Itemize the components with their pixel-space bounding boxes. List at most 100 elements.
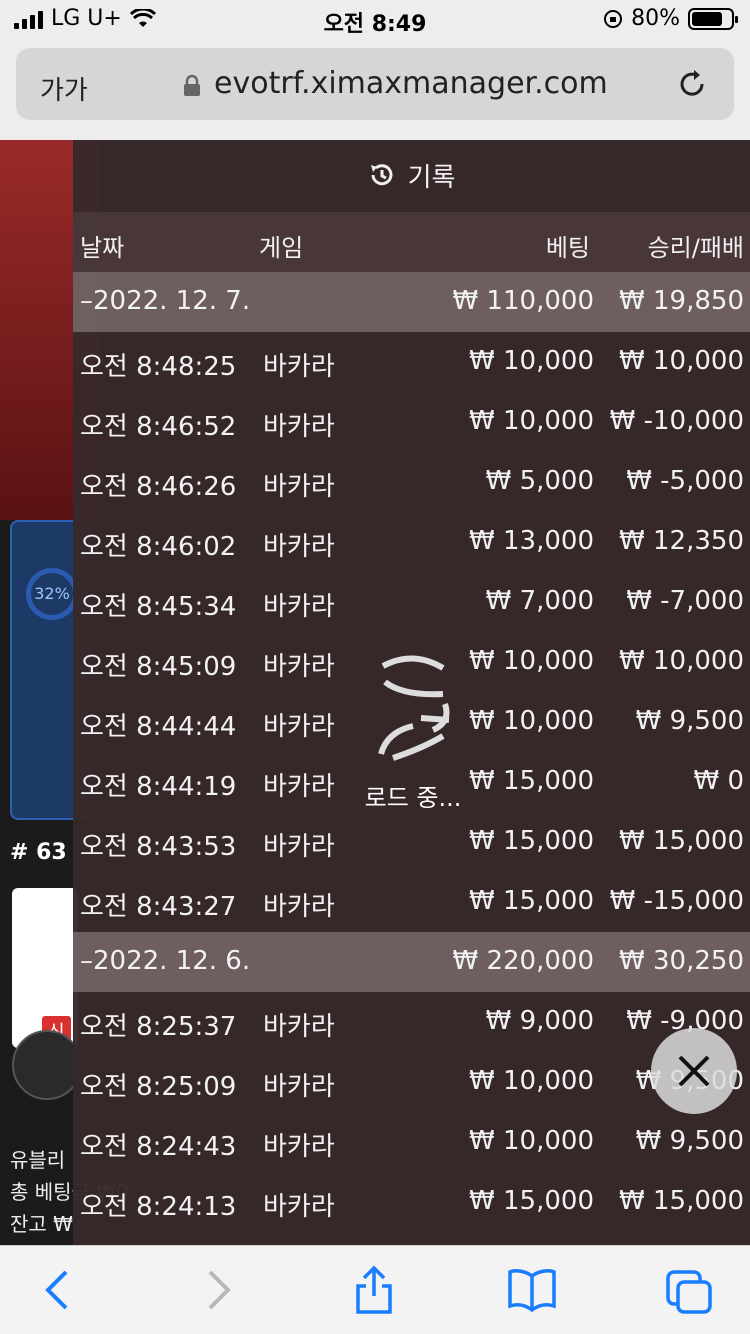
row-game: 바카라 bbox=[263, 712, 335, 742]
day-result-total: ₩ 30,250 bbox=[619, 946, 744, 976]
row-result: ₩ 15,000 bbox=[619, 1186, 744, 1216]
row-bet: ₩ 13,000 bbox=[469, 526, 594, 556]
history-row[interactable]: 오전 8:24:13 바카라 ₩ 15,000 ₩ 15,000 bbox=[73, 1172, 750, 1232]
close-button[interactable] bbox=[651, 1028, 737, 1114]
row-time: 오전 8:48:25 bbox=[80, 352, 237, 382]
row-result: ₩ -5,000 bbox=[626, 466, 744, 496]
row-time: 오전 8:24:13 bbox=[80, 1192, 237, 1222]
row-time: 오전 8:46:26 bbox=[80, 472, 237, 502]
row-game: 바카라 bbox=[263, 1012, 335, 1042]
history-row[interactable]: 오전 8:43:27 바카라 ₩ 15,000 ₩ -15,000 bbox=[73, 872, 750, 932]
battery-icon bbox=[688, 7, 738, 30]
row-result: ₩ -7,000 bbox=[626, 586, 744, 616]
row-bet: ₩ 7,000 bbox=[485, 586, 594, 616]
history-row[interactable]: 오전 8:46:26 바카라 ₩ 5,000 ₩ -5,000 bbox=[73, 452, 750, 512]
col-date: 날짜 bbox=[80, 234, 125, 262]
history-row[interactable]: 오전 8:43:53 바카라 ₩ 15,000 ₩ 15,000 bbox=[73, 812, 750, 872]
row-time: 오전 8:45:09 bbox=[80, 652, 237, 682]
row-bet: ₩ 5,000 bbox=[485, 466, 594, 496]
tabs-icon[interactable] bbox=[664, 1268, 714, 1316]
row-time: 오전 8:25:37 bbox=[80, 1012, 237, 1042]
history-row[interactable]: 오전 8:48:25 바카라 ₩ 10,000 ₩ 10,000 bbox=[73, 332, 750, 392]
row-game: 바카라 bbox=[263, 1132, 335, 1162]
lock-icon bbox=[184, 74, 200, 96]
bookmarks-icon[interactable] bbox=[506, 1268, 558, 1312]
day-summary-row[interactable]: –2022. 12. 7. ₩ 110,000 ₩ 19,850 bbox=[73, 272, 750, 332]
history-header: 기록 bbox=[73, 140, 750, 210]
back-icon[interactable] bbox=[40, 1268, 76, 1312]
loading-indicator: 로드 중... bbox=[343, 652, 483, 813]
share-icon[interactable] bbox=[352, 1264, 396, 1316]
history-row[interactable]: 오전 8:46:02 바카라 ₩ 13,000 ₩ 12,350 bbox=[73, 512, 750, 572]
row-time: 오전 8:24:43 bbox=[80, 1132, 237, 1162]
history-panel: 기록 날짜 게임 베팅 승리/패배 –2022. 12. 7. ₩ 110,000… bbox=[73, 140, 750, 1245]
row-game: 바카라 bbox=[263, 1192, 335, 1222]
row-game: 바카라 bbox=[263, 652, 335, 682]
row-time: 오전 8:43:27 bbox=[80, 892, 237, 922]
history-row[interactable]: 오전 8:45:34 바카라 ₩ 7,000 ₩ -7,000 bbox=[73, 572, 750, 632]
bg-line-1: 유블리 bbox=[10, 1148, 66, 1172]
spinner-icon bbox=[378, 655, 450, 761]
row-time: 오전 8:25:09 bbox=[80, 1072, 237, 1102]
col-result: 승리/패배 bbox=[647, 234, 744, 262]
row-time: 오전 8:45:34 bbox=[80, 592, 237, 622]
row-bet: ₩ 10,000 bbox=[469, 1126, 594, 1156]
row-game: 바카라 bbox=[263, 412, 335, 442]
row-result: ₩ -10,000 bbox=[609, 406, 744, 436]
row-bet: ₩ 10,000 bbox=[469, 406, 594, 436]
history-row[interactable]: 오전 8:25:37 바카라 ₩ 9,000 ₩ -9,000 bbox=[73, 992, 750, 1052]
history-icon bbox=[370, 164, 392, 186]
row-result: ₩ -15,000 bbox=[609, 886, 744, 916]
day-bet-total: ₩ 110,000 bbox=[452, 286, 595, 316]
row-bet: ₩ 15,000 bbox=[469, 826, 594, 856]
row-bet: ₩ 15,000 bbox=[469, 886, 594, 916]
history-title: 기록 bbox=[407, 162, 456, 193]
row-time: 오전 8:44:44 bbox=[80, 712, 237, 742]
url-text[interactable]: evotrf.ximaxmanager.com bbox=[214, 66, 608, 101]
row-time: 오전 8:43:53 bbox=[80, 832, 237, 862]
row-time: 오전 8:46:02 bbox=[80, 532, 237, 562]
day-bet-total: ₩ 220,000 bbox=[452, 946, 595, 976]
browser-chrome: LG U+ 오전 8:49 80% 가가 evotrf.ximaxmanager… bbox=[0, 0, 750, 140]
chip-icon bbox=[12, 1030, 82, 1100]
row-game: 바카라 bbox=[263, 1072, 335, 1102]
row-bet: ₩ 15,000 bbox=[469, 1186, 594, 1216]
row-game: 바카라 bbox=[263, 472, 335, 502]
row-game: 바카라 bbox=[263, 532, 335, 562]
row-bet: ₩ 10,000 bbox=[469, 1066, 594, 1096]
history-column-headers: 날짜 게임 베팅 승리/패배 bbox=[73, 212, 750, 272]
row-bet: ₩ 10,000 bbox=[469, 706, 594, 736]
row-bet: ₩ 10,000 bbox=[469, 646, 594, 676]
row-game: 바카라 bbox=[263, 592, 335, 622]
row-bet: ₩ 10,000 bbox=[469, 346, 594, 376]
row-result: ₩ 9,500 bbox=[635, 706, 744, 736]
close-icon bbox=[678, 1055, 710, 1087]
text-size-button[interactable]: 가가 bbox=[40, 70, 88, 107]
history-row[interactable]: 오전 8:46:52 바카라 ₩ 10,000 ₩ -10,000 bbox=[73, 392, 750, 452]
row-game: 바카라 bbox=[263, 772, 335, 802]
row-bet: ₩ 9,000 bbox=[485, 1006, 594, 1036]
address-bar[interactable]: 가가 evotrf.ximaxmanager.com bbox=[16, 48, 734, 120]
day-date: –2022. 12. 7. bbox=[80, 286, 251, 316]
row-result: ₩ 12,350 bbox=[619, 526, 744, 556]
forward-icon[interactable] bbox=[200, 1268, 236, 1312]
day-date: –2022. 12. 6. bbox=[80, 946, 251, 976]
day-summary-row[interactable]: –2022. 12. 6. ₩ 220,000 ₩ 30,250 bbox=[73, 932, 750, 992]
day-result-total: ₩ 19,850 bbox=[619, 286, 744, 316]
row-game: 바카라 bbox=[263, 352, 335, 382]
reload-icon[interactable] bbox=[676, 68, 708, 100]
col-bet: 베팅 bbox=[545, 234, 590, 262]
row-result: ₩ 0 bbox=[693, 766, 744, 796]
row-game: 바카라 bbox=[263, 892, 335, 922]
row-game: 바카라 bbox=[263, 832, 335, 862]
row-result: ₩ 10,000 bbox=[619, 646, 744, 676]
history-row[interactable]: 오전 8:25:09바카라₩ 10,000₩ 9,500 bbox=[73, 1052, 750, 1112]
progress-ring: 32% bbox=[26, 568, 78, 620]
bg-line-3: 잔고 ₩ bbox=[10, 1212, 73, 1236]
row-time: 오전 8:44:19 bbox=[80, 772, 237, 802]
battery-percent: 80% bbox=[631, 6, 680, 31]
row-result: ₩ 15,000 bbox=[619, 826, 744, 856]
history-row[interactable]: 오전 8:24:43 바카라 ₩ 10,000 ₩ 9,500 bbox=[73, 1112, 750, 1172]
row-result: ₩ 9,500 bbox=[635, 1126, 744, 1156]
row-result: ₩ 10,000 bbox=[619, 346, 744, 376]
